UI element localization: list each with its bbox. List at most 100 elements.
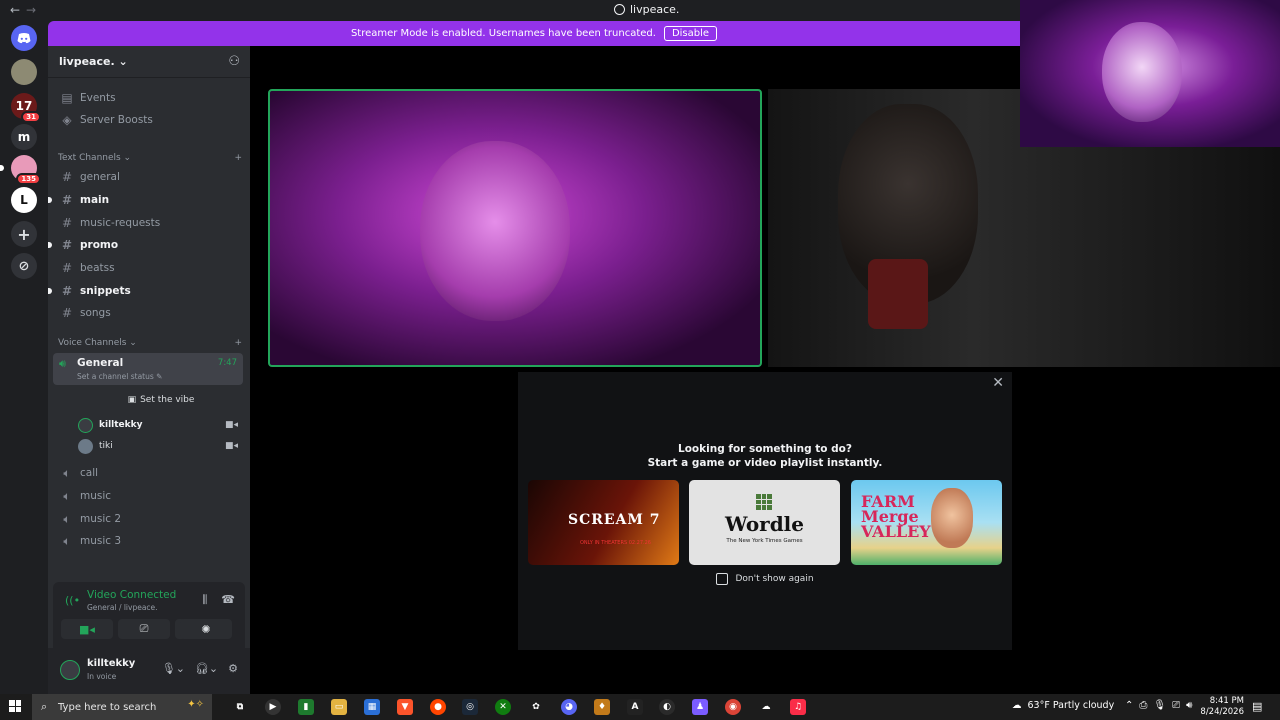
disconnect-icon[interactable]: ☎︎ [221, 593, 235, 607]
windows-start-icon[interactable] [9, 700, 21, 712]
picture-in-picture-video[interactable] [1020, 0, 1280, 147]
card-title: Wordle [724, 512, 804, 536]
voice-channel-music[interactable]: 🔈︎ music [54, 486, 242, 506]
server-17[interactable]: 17 31 [11, 93, 41, 123]
add-server-icon[interactable]: + [11, 221, 37, 247]
text-channels-header[interactable]: Text Channels ⌄ + [58, 153, 242, 163]
camera-button[interactable]: ■◂ [61, 619, 113, 639]
channel-songs[interactable]: # songs [54, 303, 242, 323]
activity-card-scream[interactable]: SCREAM 7 ONLY IN THEATERS 02.27.26 [528, 480, 679, 565]
back-arrow-icon[interactable]: ← [10, 3, 20, 17]
discord-taskbar-icon[interactable]: ◕ [561, 699, 577, 715]
noise-suppression-icon[interactable]: ⫼ [202, 593, 207, 607]
chevron-up-icon[interactable]: ⌃ [1125, 700, 1133, 711]
notification-icon[interactable]: ▤ [1252, 700, 1262, 713]
microphone-icon[interactable]: 🎙︎⌄ [162, 662, 185, 675]
chatgpt-icon[interactable]: ✿ [528, 699, 544, 715]
avatar[interactable] [60, 660, 80, 680]
user-name[interactable]: killtekky [87, 658, 135, 669]
banner-text: Streamer Mode is enabled. Usernames have… [350, 28, 656, 39]
app-a-icon[interactable]: A [627, 699, 643, 715]
volume-icon[interactable]: 🔊︎ [1186, 700, 1192, 711]
voice-channel-general[interactable]: 🔊︎ General Set a channel status ✎ 7:47 [53, 353, 243, 385]
voice-member[interactable]: tiki ■◂ [78, 437, 242, 455]
channel-name: beatss [80, 262, 115, 274]
voice-timer: 7:47 [217, 358, 237, 368]
voice-channel-call[interactable]: 🔈︎ call [54, 463, 242, 483]
channel-main[interactable]: # main [48, 190, 242, 210]
connection-channel[interactable]: General / livpeace. [87, 603, 158, 612]
store-icon[interactable]: ▦ [364, 699, 380, 715]
dont-show-again-row[interactable]: Don't show again [518, 573, 1012, 585]
add-channel-icon[interactable]: + [234, 338, 242, 348]
server-boosts-item[interactable]: ◈ Server Boosts [54, 110, 242, 130]
channel-music-requests[interactable]: # music-requests [54, 213, 242, 233]
media-player-icon[interactable]: ▶ [265, 699, 281, 715]
tray-app-icon[interactable]: ⎙ [1139, 700, 1147, 711]
add-member-icon[interactable]: ⚇ [228, 54, 240, 69]
channel-general[interactable]: # general [54, 167, 242, 187]
server-pink[interactable]: 135 [11, 155, 41, 185]
discord-home-icon[interactable] [11, 25, 37, 51]
xbox-icon[interactable]: ✕ [495, 699, 511, 715]
reddit-icon[interactable]: ● [430, 699, 446, 715]
excel-icon[interactable]: ▮ [298, 699, 314, 715]
voice-member[interactable]: killtekky ■◂ [78, 416, 242, 434]
music-icon[interactable]: ♫ [790, 699, 806, 715]
channel-sidebar: livpeace. ⌄ ⚇ ▤ Events ◈ Server Boosts T… [48, 46, 250, 694]
channel-beatss[interactable]: # beatss [54, 258, 242, 278]
guild-header[interactable]: livpeace. ⌄ ⚇ [48, 46, 250, 78]
weather-widget[interactable]: ☁ 63°F Partly cloudy [1012, 700, 1114, 711]
server-m[interactable]: m [11, 124, 37, 150]
gear-icon[interactable]: ⚙ [228, 662, 238, 675]
video-tile-killtekky[interactable] [268, 89, 762, 367]
app-bird-icon[interactable]: ☁ [758, 699, 774, 715]
add-channel-icon[interactable]: + [234, 153, 242, 163]
brave-browser-icon[interactable]: ▼ [397, 699, 413, 715]
taskbar-search[interactable]: ⌕ Type here to search ✦✧ [32, 694, 212, 720]
close-icon[interactable]: ✕ [992, 375, 1004, 391]
network-icon[interactable]: ⎚ [1172, 700, 1180, 711]
channel-status-prompt[interactable]: Set a channel status ✎ [77, 372, 162, 381]
channel-snippets[interactable]: # snippets [48, 281, 242, 301]
clock-date: 8/24/2026 [1200, 707, 1244, 717]
chrome-icon[interactable]: ◉ [725, 699, 741, 715]
discover-icon[interactable]: ⊘ [11, 253, 37, 279]
task-view-icon[interactable]: ⧉ [232, 699, 248, 715]
activity-card-wordle[interactable]: Wordle The New York Times Games [689, 480, 840, 565]
server-rail: 17 31 m 135 L + ⊘ [0, 21, 48, 694]
soundboard-button[interactable]: ✺ [180, 619, 232, 639]
server-label: L [20, 193, 28, 207]
category-label: Text Channels ⌄ [58, 153, 132, 163]
gaming-app-icon[interactable]: ♟ [692, 699, 708, 715]
server-l[interactable]: L [11, 187, 37, 213]
disable-button[interactable]: Disable [663, 26, 718, 41]
prompt-line-2: Start a game or video playlist instantly… [647, 457, 883, 469]
voice-channel-music-2[interactable]: 🔈︎ music 2 [54, 509, 242, 529]
unread-indicator [48, 242, 52, 248]
signal-icon[interactable]: ((• [65, 594, 80, 607]
voice-channels-header[interactable]: Voice Channels ⌄ + [58, 338, 242, 348]
microphone-icon[interactable]: 🎙︎ [1153, 700, 1166, 711]
screen-share-button[interactable]: ⎚ [118, 619, 170, 639]
checkbox[interactable] [716, 573, 729, 585]
channel-promo[interactable]: # promo [48, 235, 242, 255]
server-avatar[interactable] [11, 59, 37, 85]
vibe-label: Set the vibe [140, 395, 195, 405]
card-title: SCREAM 7 [568, 512, 661, 528]
app-circle-icon[interactable]: ◐ [659, 699, 675, 715]
file-explorer-icon[interactable]: ▭ [331, 699, 347, 715]
voice-channel-music-3[interactable]: 🔈︎ music 3 [54, 531, 242, 551]
fl-studio-icon[interactable]: ♦ [594, 699, 610, 715]
headphones-icon[interactable]: 🎧︎⌄ [195, 662, 218, 675]
set-the-vibe-button[interactable]: ▣ Set the vibe [80, 390, 242, 410]
activity-card-farm-merge-valley[interactable]: FARM Merge VALLEY [851, 480, 1002, 565]
events-item[interactable]: ▤ Events [54, 88, 242, 108]
clock[interactable]: 8:41 PM 8/24/2026 [1196, 696, 1244, 718]
selected-pill [0, 165, 4, 171]
channel-name: promo [80, 239, 119, 251]
steam-icon[interactable]: ◎ [462, 699, 478, 715]
channel-name: songs [80, 307, 111, 319]
channel-name: music-requests [80, 217, 161, 229]
forward-arrow-icon[interactable]: → [26, 3, 36, 17]
